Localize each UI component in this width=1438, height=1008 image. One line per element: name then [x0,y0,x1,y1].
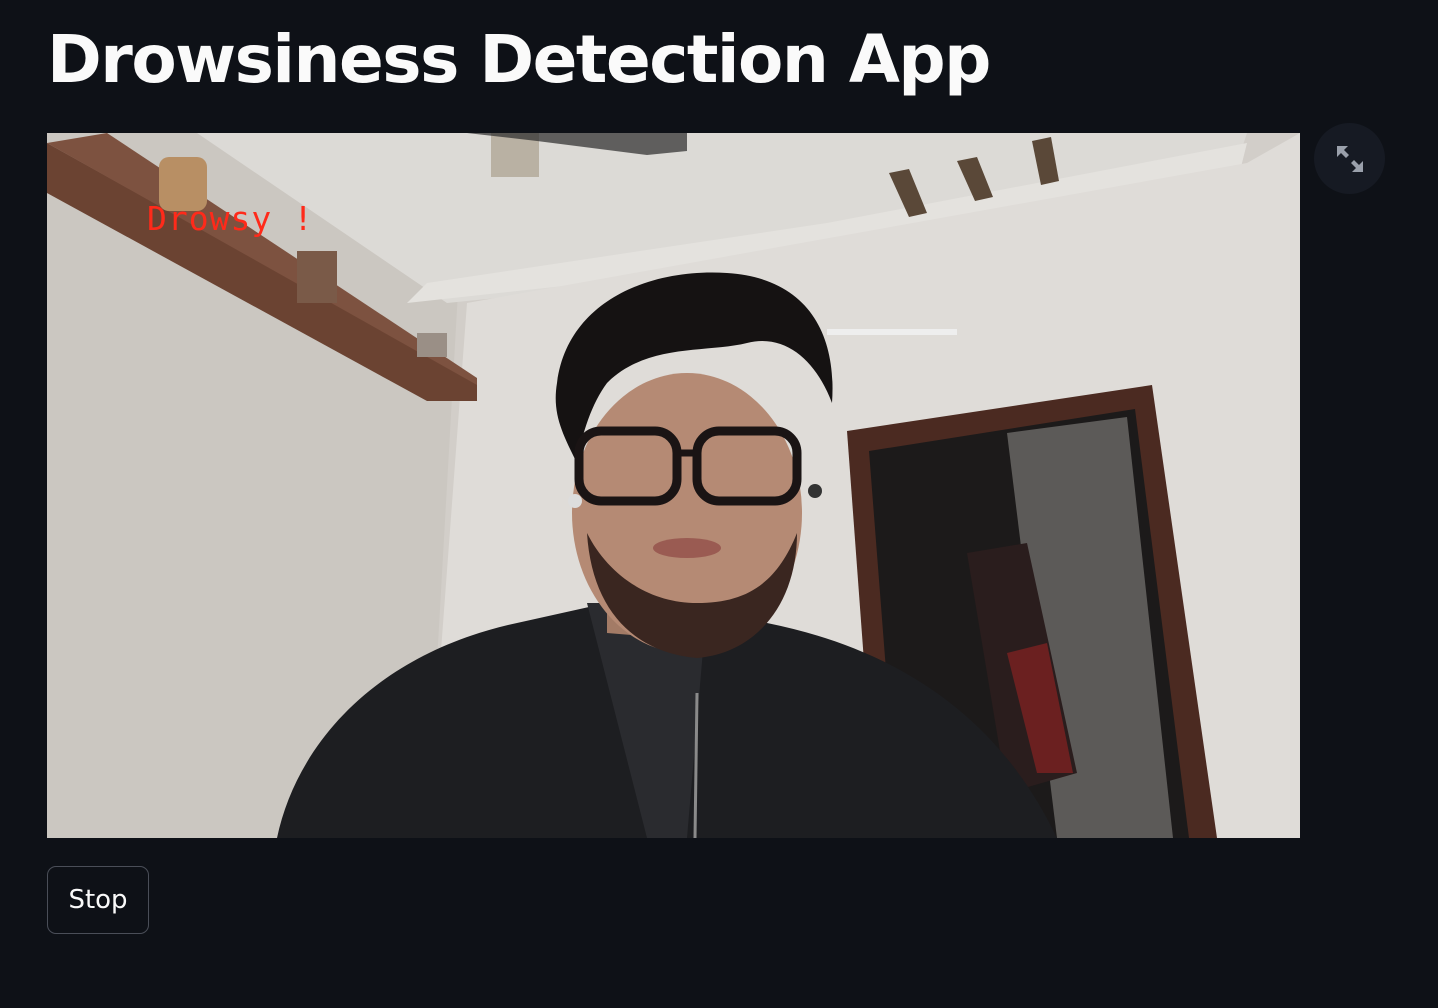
webcam-video-frame: Drowsy ! [47,133,1300,838]
drowsy-alert-label: Drowsy ! [147,199,314,238]
fullscreen-button[interactable] [1314,123,1385,194]
page-title: Drowsiness Detection App [47,21,991,98]
app-container: Drowsiness Detection App Drowsy ! Stop [0,0,1438,1008]
stop-button[interactable]: Stop [47,866,149,934]
expand-icon [1336,145,1363,172]
